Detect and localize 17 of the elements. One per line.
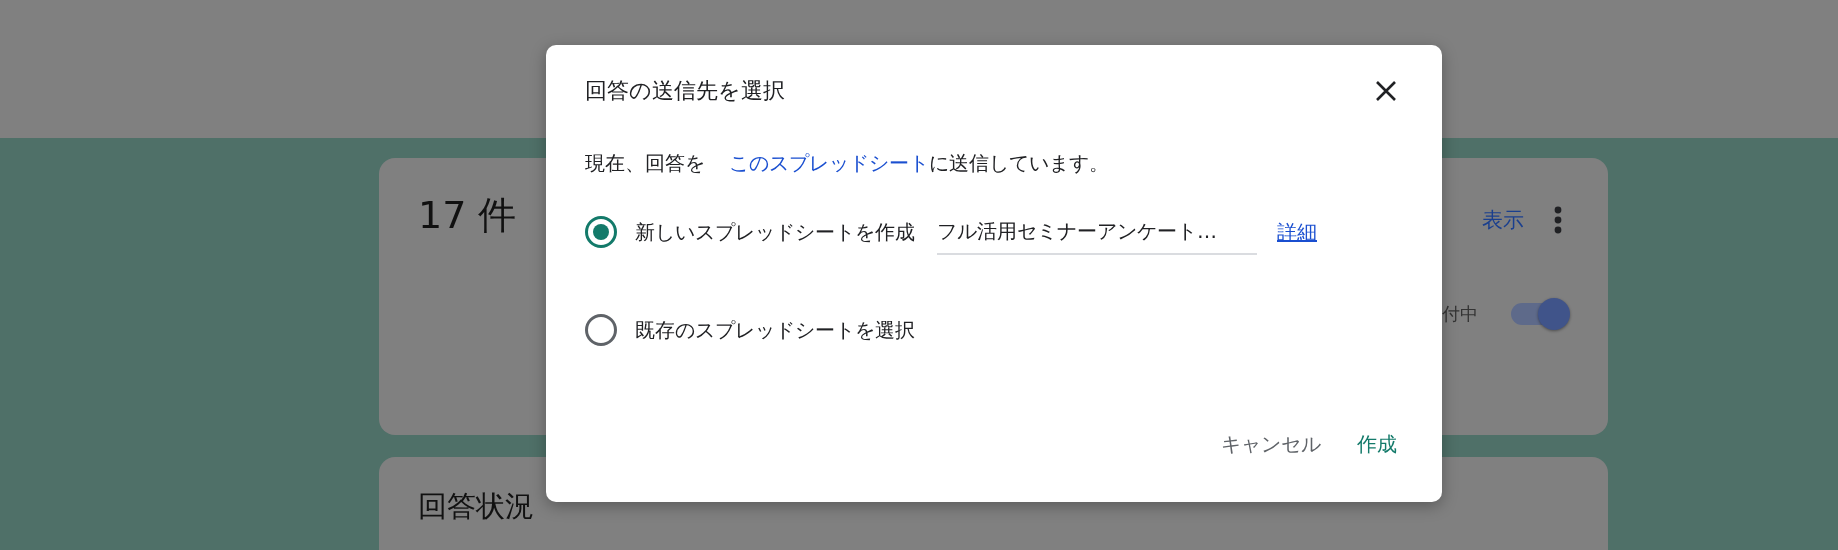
radio-button[interactable]: [585, 314, 617, 346]
create-button[interactable]: 作成: [1349, 425, 1405, 464]
responses-count-title: 17 件: [418, 192, 517, 239]
more-options-icon[interactable]: [1554, 206, 1562, 234]
dialog-title: 回答の送信先を選択: [585, 77, 785, 105]
cancel-button[interactable]: キャンセル: [1213, 425, 1329, 464]
option-label[interactable]: 新しいスプレッドシートを作成: [635, 218, 915, 246]
close-icon[interactable]: [1375, 80, 1397, 102]
option-label[interactable]: 既存のスプレッドシートを選択: [635, 316, 915, 344]
spreadsheet-link[interactable]: このスプレッドシート: [729, 151, 929, 175]
accepting-responses-label: 付中: [1442, 302, 1478, 326]
details-link[interactable]: 詳細: [1277, 218, 1317, 246]
radio-button[interactable]: [585, 216, 617, 248]
destination-description: 現在、回答を このスプレッドシート に送信しています。: [585, 151, 1110, 175]
toggle-thumb[interactable]: [1538, 298, 1570, 330]
response-status-title: 回答状況: [418, 488, 535, 525]
spreadsheet-name-field[interactable]: フル活用セミナーアンケート…: [937, 209, 1257, 255]
